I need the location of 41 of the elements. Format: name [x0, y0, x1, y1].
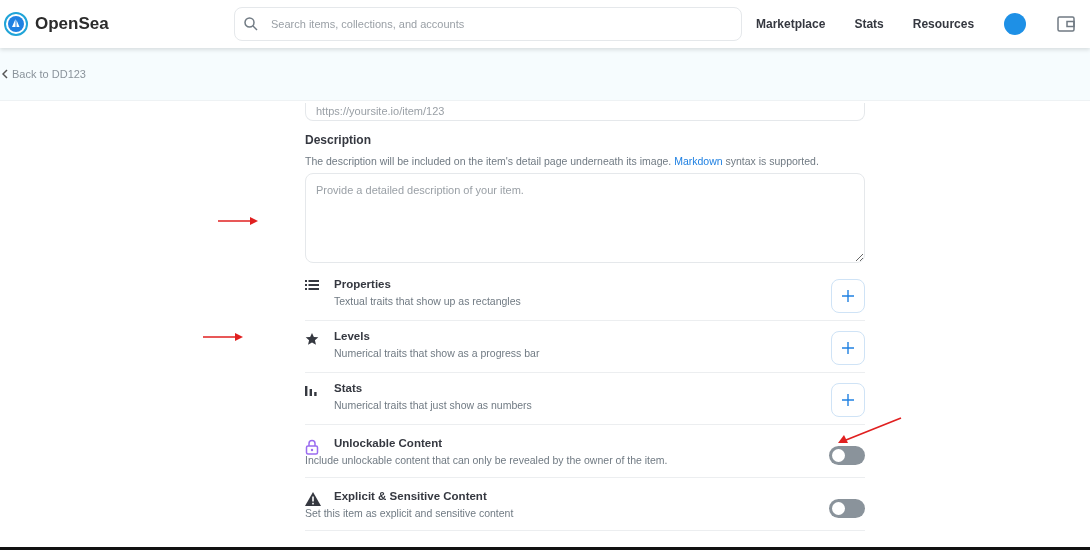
search-field[interactable]: Search items, collections, and accounts [234, 7, 742, 41]
field-help-text: The description will be included on the item's detail page underneath its image. Markdown syntax is supported. [305, 154, 820, 167]
add-button[interactable] [831, 330, 865, 365]
nav-link[interactable]: Resources [912, 17, 975, 31]
field-label: Description [305, 132, 372, 147]
section-title: Explicit & Sensitive Content [334, 489, 488, 502]
plus-icon [842, 289, 854, 302]
toggle-switch[interactable] [829, 498, 865, 518]
plus-icon [842, 393, 854, 406]
section-subtitle: Numerical traits that just show as numbers [334, 398, 533, 411]
markdown-link[interactable]: Markdown [674, 154, 723, 167]
annotation-arrow [838, 417, 902, 445]
section-title: Unlockable Content [334, 436, 443, 449]
annotation-arrow [218, 216, 258, 226]
description-field[interactable]: Provide a detailed description of your item. [305, 172, 865, 263]
lock-icon [305, 438, 319, 455]
add-button[interactable] [831, 278, 865, 313]
list-icon [305, 279, 319, 290]
brand-name: OpenSea [35, 14, 109, 34]
section-subtitle: Include unlockable content that can only be revealed by the owner of the item. [305, 453, 669, 466]
chevron-icon [2, 69, 8, 79]
section-title: Levels [334, 329, 371, 342]
section-subtitle: Textual traits that show up as rectangles [334, 294, 522, 307]
bar-chart-icon [305, 383, 317, 396]
add-button[interactable] [831, 382, 865, 417]
star-icon [305, 331, 319, 346]
section-title: Properties [334, 277, 392, 290]
nav-link[interactable]: Marketplace [756, 17, 826, 31]
section-subtitle: Set this item as explicit and sensitive content [305, 506, 515, 519]
warning-icon [305, 491, 321, 506]
url-field[interactable]: https://yoursite.io/item/123 [305, 102, 865, 121]
toggle-switch[interactable] [829, 445, 865, 465]
avatar[interactable] [1004, 13, 1027, 35]
plus-icon [842, 341, 854, 354]
section-title: Stats [334, 381, 364, 394]
search-icon [244, 17, 258, 31]
section-subtitle: Numerical traits that show as a progress bar [334, 346, 541, 359]
nav-link[interactable]: Stats [854, 17, 884, 31]
wallet-icon[interactable] [1057, 15, 1076, 33]
logo-icon[interactable] [4, 12, 28, 36]
annotation-arrow [203, 332, 243, 342]
